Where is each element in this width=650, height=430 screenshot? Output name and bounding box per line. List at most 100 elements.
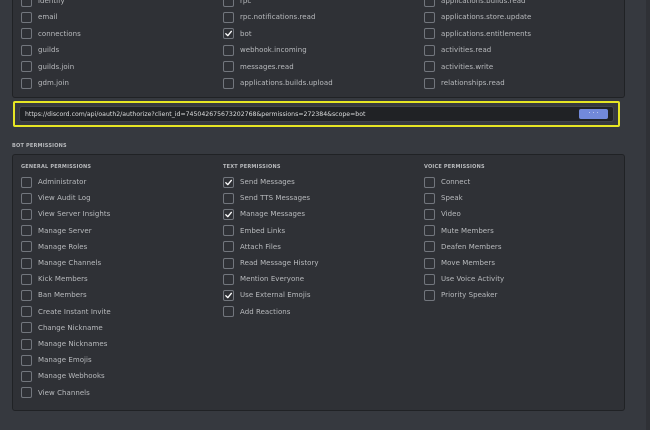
checkbox-unchecked-icon[interactable] <box>21 208 32 220</box>
checkbox-item-applications-store-update[interactable]: applications.store.update <box>424 10 531 24</box>
checkbox-item-view-channels[interactable]: View Channels <box>21 386 90 400</box>
checkbox-item-manage-messages[interactable]: Manage Messages <box>223 207 305 221</box>
checkbox-item-ban-members[interactable]: Ban Members <box>21 288 87 302</box>
checkbox-item-change-nickname[interactable]: Change Nickname <box>21 321 103 335</box>
checkbox-item-read-message-history[interactable]: Read Message History <box>223 256 319 270</box>
checkbox-unchecked-icon[interactable] <box>424 257 435 269</box>
checkbox-item-speak[interactable]: Speak <box>424 191 463 205</box>
page-scrollbar[interactable] <box>646 0 650 430</box>
checkbox-item-email[interactable]: email <box>21 10 58 24</box>
checkbox-unchecked-icon[interactable] <box>21 257 32 269</box>
checkbox-unchecked-icon[interactable] <box>424 225 435 237</box>
checkbox-unchecked-icon[interactable] <box>424 44 435 56</box>
checkbox-item-embed-links[interactable]: Embed Links <box>223 224 285 238</box>
checkbox-unchecked-icon[interactable] <box>21 306 32 318</box>
checkbox-item-applications-entitlements[interactable]: applications.entitlements <box>424 27 531 41</box>
checkbox-item-send-messages[interactable]: Send Messages <box>223 175 295 189</box>
checkbox-item-view-audit-log[interactable]: View Audit Log <box>21 191 91 205</box>
checkbox-unchecked-icon[interactable] <box>21 370 32 382</box>
checkbox-item-webhook-incoming[interactable]: webhook.incoming <box>223 43 307 57</box>
checkbox-item-identify[interactable]: identify <box>21 0 65 8</box>
checkbox-unchecked-icon[interactable] <box>21 354 32 366</box>
checkbox-item-connect[interactable]: Connect <box>424 175 470 189</box>
checkbox-item-kick-members[interactable]: Kick Members <box>21 272 88 286</box>
checkbox-item-attach-files[interactable]: Attach Files <box>223 240 281 254</box>
checkbox-item-manage-webhooks[interactable]: Manage Webhooks <box>21 369 105 383</box>
checkbox-checked-icon[interactable] <box>223 28 234 40</box>
checkbox-unchecked-icon[interactable] <box>223 0 234 7</box>
checkbox-item-manage-emojis[interactable]: Manage Emojis <box>21 353 92 367</box>
checkbox-unchecked-icon[interactable] <box>21 338 32 350</box>
checkbox-item-administrator[interactable]: Administrator <box>21 175 86 189</box>
checkbox-unchecked-icon[interactable] <box>21 176 32 188</box>
checkbox-item-manage-roles[interactable]: Manage Roles <box>21 240 87 254</box>
checkbox-item-rpc[interactable]: rpc <box>223 0 251 8</box>
checkbox-unchecked-icon[interactable] <box>21 322 32 334</box>
checkbox-item-connections[interactable]: connections <box>21 27 81 41</box>
checkbox-unchecked-icon[interactable] <box>424 176 435 188</box>
checkbox-item-use-voice-activity[interactable]: Use Voice Activity <box>424 272 504 286</box>
checkbox-item-gdm-join[interactable]: gdm.join <box>21 76 69 90</box>
checkbox-unchecked-icon[interactable] <box>424 28 435 40</box>
checkbox-item-create-instant-invite[interactable]: Create Instant Invite <box>21 305 111 319</box>
checkbox-item-mute-members[interactable]: Mute Members <box>424 224 494 238</box>
checkbox-unchecked-icon[interactable] <box>223 11 234 23</box>
checkbox-unchecked-icon[interactable] <box>21 77 32 89</box>
checkbox-unchecked-icon[interactable] <box>21 44 32 56</box>
checkbox-item-add-reactions[interactable]: Add Reactions <box>223 305 290 319</box>
copy-url-button[interactable]: · · · <box>579 109 608 119</box>
checkbox-unchecked-icon[interactable] <box>424 289 435 301</box>
checkbox-item-manage-nicknames[interactable]: Manage Nicknames <box>21 337 107 351</box>
checkbox-unchecked-icon[interactable] <box>424 0 435 7</box>
checkbox-unchecked-icon[interactable] <box>223 44 234 56</box>
checkbox-unchecked-icon[interactable] <box>21 241 32 253</box>
checkbox-unchecked-icon[interactable] <box>21 225 32 237</box>
checkbox-unchecked-icon[interactable] <box>424 61 435 73</box>
checkbox-unchecked-icon[interactable] <box>424 192 435 204</box>
checkbox-item-use-external-emojis[interactable]: Use External Emojis <box>223 288 311 302</box>
checkbox-unchecked-icon[interactable] <box>21 61 32 73</box>
generated-url-field[interactable]: https://discord.com/api/oauth2/authorize… <box>19 106 614 122</box>
checkbox-item-applications-builds-read[interactable]: applications.builds.read <box>424 0 526 8</box>
checkbox-unchecked-icon[interactable] <box>223 61 234 73</box>
checkbox-item-view-server-insights[interactable]: View Server Insights <box>21 207 110 221</box>
checkbox-unchecked-icon[interactable] <box>223 241 234 253</box>
checkbox-item-manage-server[interactable]: Manage Server <box>21 224 92 238</box>
checkbox-item-activities-write[interactable]: activities.write <box>424 60 493 74</box>
checkbox-unchecked-icon[interactable] <box>424 11 435 23</box>
checkbox-item-applications-builds-upload[interactable]: applications.builds.upload <box>223 76 333 90</box>
checkbox-unchecked-icon[interactable] <box>424 241 435 253</box>
checkbox-item-messages-read[interactable]: messages.read <box>223 60 294 74</box>
checkbox-item-manage-channels[interactable]: Manage Channels <box>21 256 101 270</box>
checkbox-unchecked-icon[interactable] <box>223 257 234 269</box>
checkbox-item-bot[interactable]: bot <box>223 27 252 41</box>
checkbox-checked-icon[interactable] <box>223 208 234 220</box>
checkbox-unchecked-icon[interactable] <box>223 273 234 285</box>
checkbox-unchecked-icon[interactable] <box>223 192 234 204</box>
checkbox-unchecked-icon[interactable] <box>223 306 234 318</box>
checkbox-checked-icon[interactable] <box>223 289 234 301</box>
checkbox-item-guilds-join[interactable]: guilds.join <box>21 60 74 74</box>
checkbox-item-guilds[interactable]: guilds <box>21 43 59 57</box>
checkbox-unchecked-icon[interactable] <box>21 387 32 399</box>
checkbox-unchecked-icon[interactable] <box>424 208 435 220</box>
checkbox-item-move-members[interactable]: Move Members <box>424 256 495 270</box>
checkbox-unchecked-icon[interactable] <box>21 28 32 40</box>
checkbox-unchecked-icon[interactable] <box>223 77 234 89</box>
checkbox-item-send-tts-messages[interactable]: Send TTS Messages <box>223 191 310 205</box>
checkbox-item-mention-everyone[interactable]: Mention Everyone <box>223 272 304 286</box>
checkbox-unchecked-icon[interactable] <box>424 273 435 285</box>
checkbox-unchecked-icon[interactable] <box>21 289 32 301</box>
checkbox-item-relationships-read[interactable]: relationships.read <box>424 76 505 90</box>
checkbox-item-video[interactable]: Video <box>424 207 461 221</box>
checkbox-item-rpc-notifications-read[interactable]: rpc.notifications.read <box>223 10 316 24</box>
checkbox-unchecked-icon[interactable] <box>223 225 234 237</box>
checkbox-unchecked-icon[interactable] <box>21 273 32 285</box>
checkbox-unchecked-icon[interactable] <box>21 192 32 204</box>
checkbox-unchecked-icon[interactable] <box>21 11 32 23</box>
checkbox-item-activities-read[interactable]: activities.read <box>424 43 491 57</box>
checkbox-item-priority-speaker[interactable]: Priority Speaker <box>424 288 497 302</box>
checkbox-unchecked-icon[interactable] <box>424 77 435 89</box>
checkbox-unchecked-icon[interactable] <box>21 0 32 7</box>
checkbox-item-deafen-members[interactable]: Deafen Members <box>424 240 502 254</box>
